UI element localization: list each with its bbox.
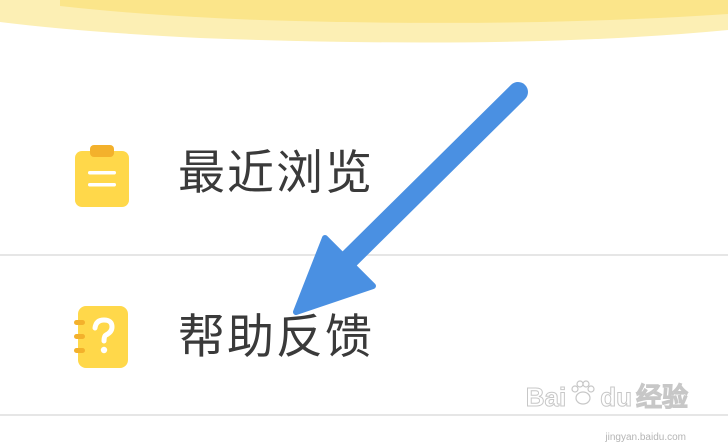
screen: 最近浏览 帮助反馈 Bai du 经验 jingyan.baidu.com (0, 0, 728, 448)
paw-icon (571, 380, 595, 405)
watermark-brand-b: du (600, 382, 633, 412)
watermark-brand-a: Bai (525, 382, 567, 412)
help-notebook-icon (72, 304, 132, 370)
menu-item-label: 最近浏览 (178, 146, 374, 201)
clipboard-icon (72, 143, 132, 209)
watermark-brand-c: 经验 (635, 382, 688, 412)
menu-item-recent[interactable]: 最近浏览 (0, 98, 728, 248)
top-banner (0, 0, 728, 60)
menu-item-label: 帮助反馈 (178, 310, 374, 365)
watermark-domain: jingyan.baidu.com (605, 432, 686, 443)
watermark-logo: Bai du 经验 (525, 378, 689, 412)
divider (0, 254, 728, 256)
divider (0, 414, 728, 416)
